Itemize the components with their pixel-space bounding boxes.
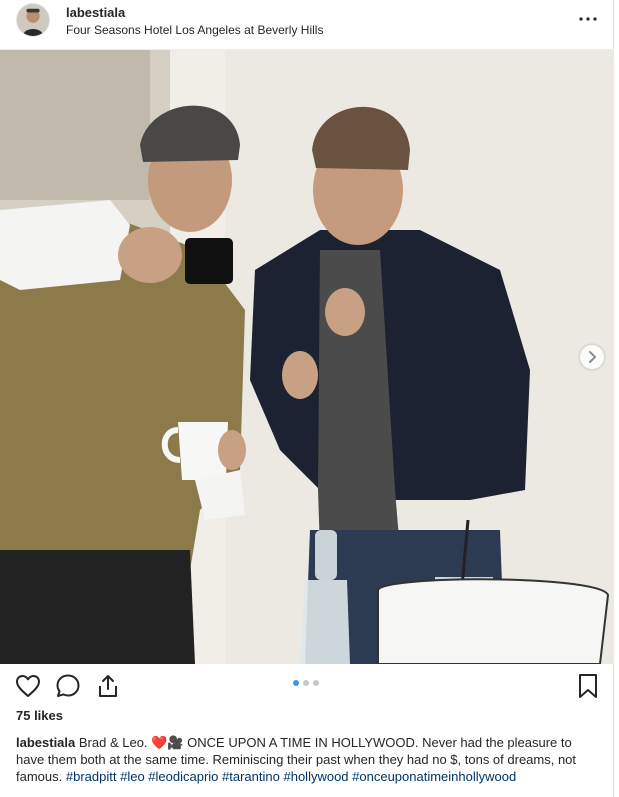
save-button[interactable] [574,672,602,700]
post-location[interactable]: Four Seasons Hotel Los Angeles at Beverl… [66,23,323,37]
post-username[interactable]: labestiala [66,5,125,20]
share-upload-icon [99,675,117,697]
avatar[interactable] [16,3,50,37]
share-button[interactable] [94,672,122,700]
avatar-image [17,4,49,36]
post-photo[interactable] [0,50,614,664]
instagram-post: labestiala Four Seasons Hotel Los Angele… [0,0,614,797]
bookmark-outline-icon [579,674,597,698]
carousel-dot[interactable] [313,680,319,686]
photo-image [0,50,614,664]
hashtag-link[interactable]: #hollywood [283,769,348,784]
post-actions [0,664,614,708]
post-caption: labestiala Brad & Leo. ❤️🎥 ONCE UPON A T… [16,734,600,785]
carousel-dot[interactable] [303,680,309,686]
carousel-indicator [293,680,319,686]
chevron-right-icon [589,351,596,363]
likes-count[interactable]: 75 likes [16,708,63,723]
heart-outline-icon [16,675,40,697]
hashtag-link[interactable]: #onceuponatimeinhollywood [352,769,516,784]
hashtag-link[interactable]: #bradpitt [66,769,117,784]
hashtag-link[interactable]: #leo [120,769,145,784]
more-options-button[interactable] [576,9,600,29]
ellipsis-icon [579,17,597,21]
hashtag-link[interactable]: #leodicaprio [148,769,218,784]
post-header: labestiala Four Seasons Hotel Los Angele… [0,0,614,50]
carousel-next-button[interactable] [580,345,604,369]
caption-username[interactable]: labestiala [16,735,75,750]
hashtag-link[interactable]: #tarantino [222,769,280,784]
comment-bubble-icon [56,674,80,697]
carousel-dot[interactable] [293,680,299,686]
comment-button[interactable] [54,672,82,700]
like-button[interactable] [14,672,42,700]
